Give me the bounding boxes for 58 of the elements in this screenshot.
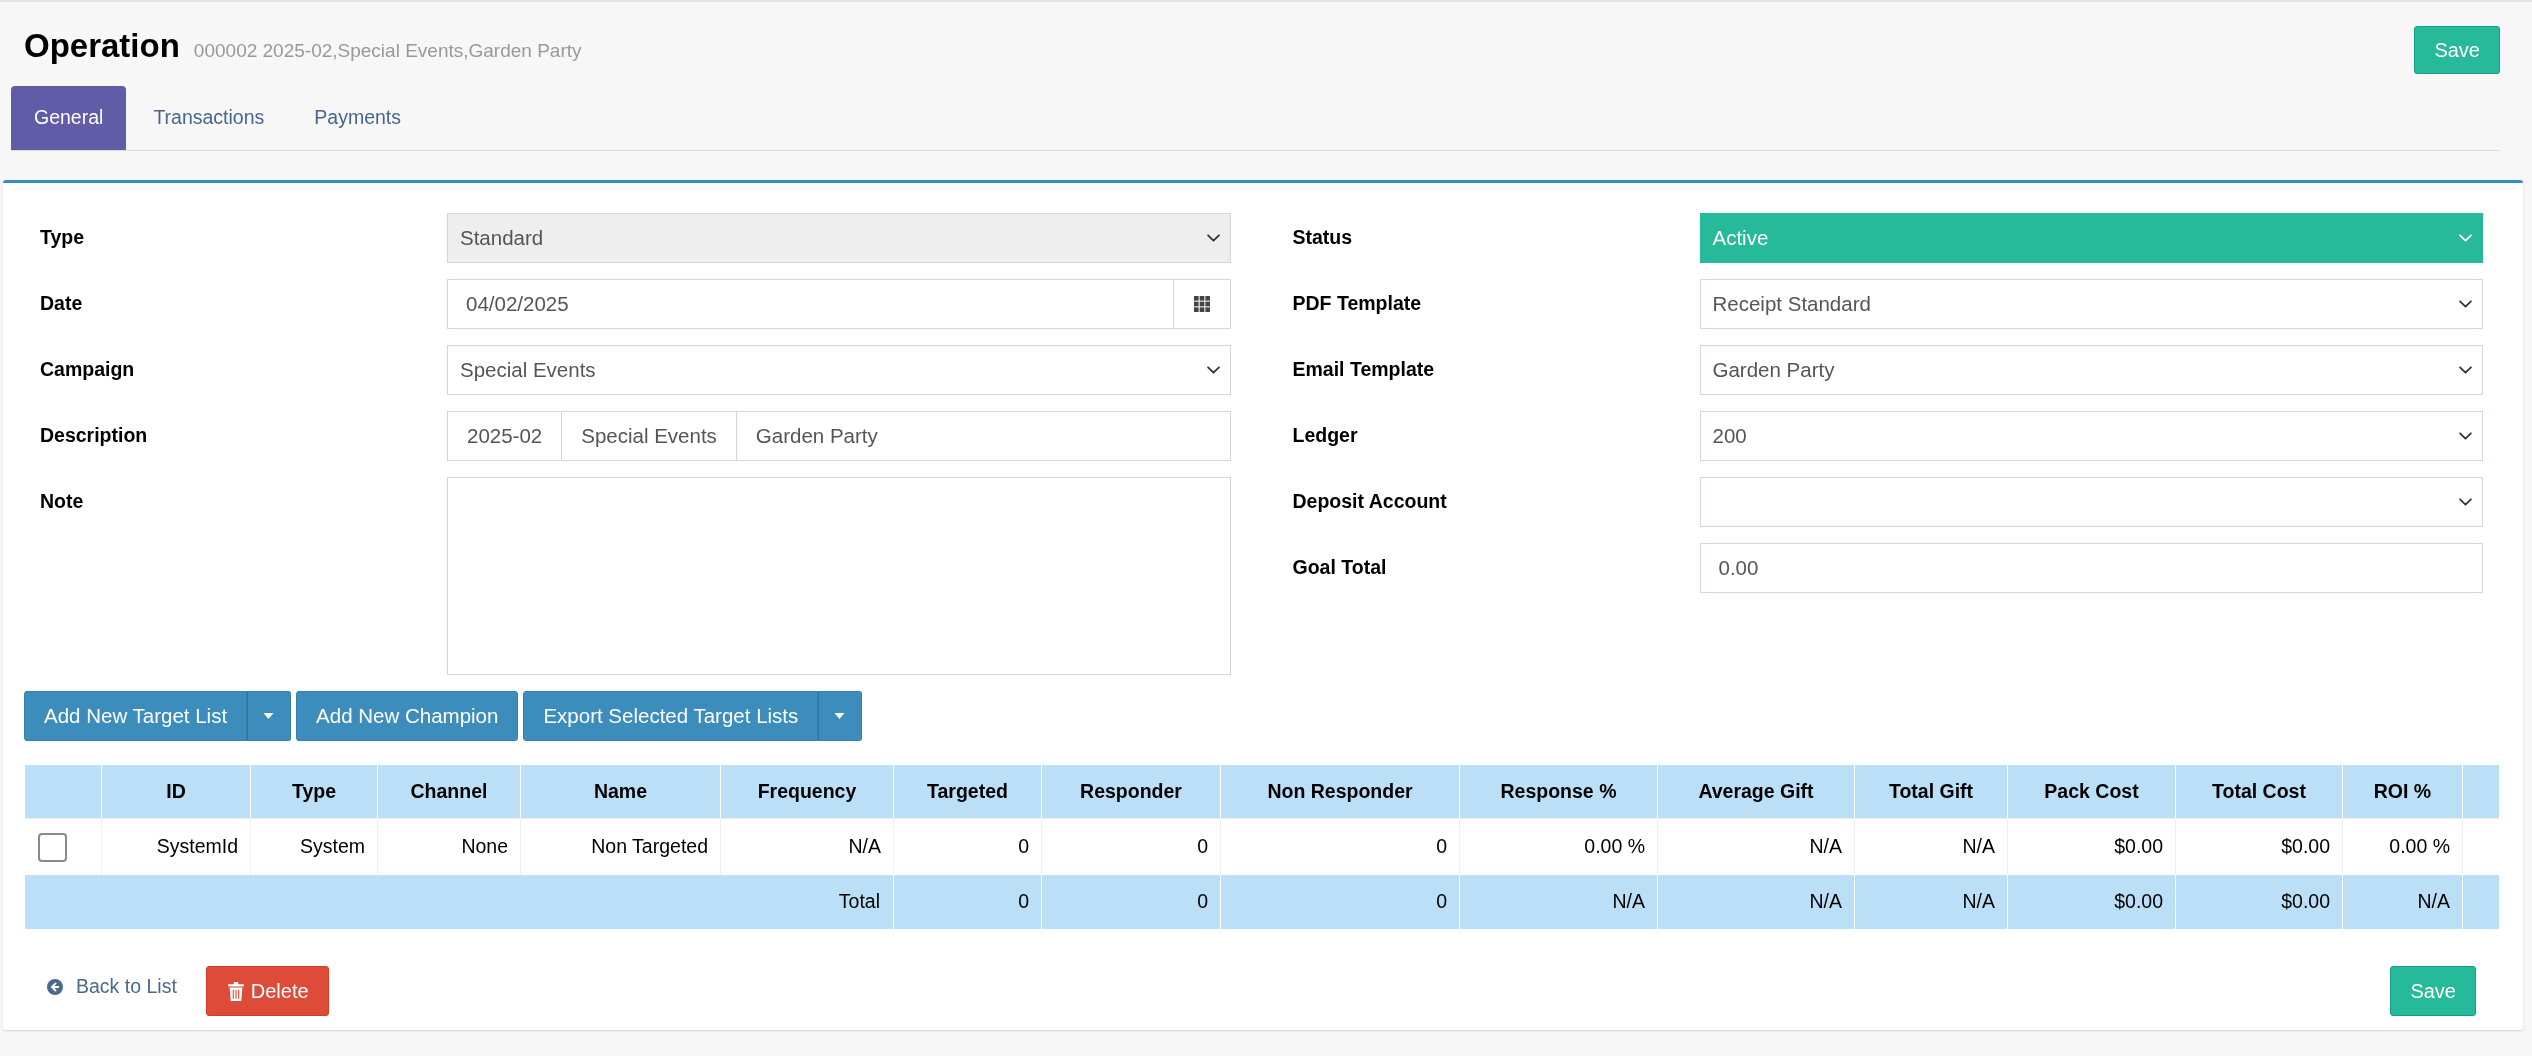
caret-down-icon — [263, 713, 275, 719]
select-field[interactable]: Garden Party — [1699, 345, 2483, 395]
action-button[interactable]: Add New Target List — [24, 691, 248, 741]
chevron-down-icon — [2459, 300, 2472, 308]
field-label: Date — [40, 291, 83, 317]
chevron-down-icon — [1206, 234, 1220, 242]
select-field[interactable]: Special Events — [447, 345, 1231, 395]
field-label: Status — [1292, 225, 1353, 251]
field-label: Ledger — [1292, 423, 1358, 449]
trash-icon — [227, 981, 244, 1001]
action-button[interactable]: Add New Champion — [296, 691, 519, 741]
record-subtitle: 000002 2025-02,Special Events,Garden Party — [193, 39, 582, 63]
total-label: Total — [25, 875, 894, 929]
field-label: PDF Template — [1292, 291, 1422, 317]
dropdown-toggle[interactable] — [247, 691, 292, 741]
description-part: Special Events — [561, 411, 736, 461]
chevron-down-icon — [2459, 432, 2472, 440]
select-field[interactable]: Receipt Standard — [1699, 279, 2483, 329]
calendar-button[interactable] — [1173, 279, 1231, 329]
tab[interactable]: General — [11, 86, 127, 150]
table-cell: N/A — [2343, 875, 2463, 929]
table-cell: N/A — [1855, 875, 2008, 929]
tab[interactable]: Payments — [291, 86, 424, 150]
delete-button[interactable]: Delete — [205, 966, 329, 1016]
dropdown-toggle[interactable] — [818, 691, 863, 741]
note-field[interactable] — [447, 477, 1231, 675]
text-field[interactable]: Garden Party — [735, 411, 1231, 461]
table-cell: 0 — [894, 875, 1042, 929]
arrow-circle-left-icon — [47, 979, 63, 995]
chevron-down-icon — [2459, 234, 2472, 242]
field-label: Campaign — [40, 357, 135, 383]
back-link[interactable]: Back to List — [47, 972, 177, 1002]
field-label: Email Template — [1292, 357, 1435, 383]
table-cell: 0 — [1221, 875, 1460, 929]
table-cell: $0.00 — [2176, 875, 2343, 929]
description-part: 2025-02 — [447, 411, 562, 461]
tab[interactable]: Transactions — [130, 86, 288, 150]
chevron-down-icon — [2459, 366, 2472, 374]
field-label: Deposit Account — [1292, 489, 1447, 515]
chevron-down-icon — [1206, 366, 1220, 374]
select-field[interactable] — [1699, 477, 2483, 527]
table-cell: $0.00 — [2008, 875, 2176, 929]
chevron-down-icon — [2459, 498, 2472, 506]
caret-down-icon — [834, 713, 846, 719]
table-cell: N/A — [1658, 875, 1855, 929]
table-cell: N/A — [1460, 875, 1658, 929]
field-label: Description — [40, 423, 148, 449]
table-cell: 0 — [1042, 875, 1221, 929]
action-button[interactable]: Export Selected Target Lists — [523, 691, 819, 741]
text-field[interactable]: 0.00 — [1699, 543, 2483, 593]
grid-icon — [1193, 296, 1210, 312]
field-label: Goal Total — [1292, 555, 1387, 581]
field-label: Type — [40, 225, 85, 251]
date-field[interactable]: 04/02/2025 — [447, 279, 1174, 329]
page-title: Operation — [24, 26, 180, 66]
field-label: Note — [40, 489, 84, 515]
row-checkbox[interactable] — [38, 832, 67, 862]
select-field[interactable]: 200 — [1699, 411, 2483, 461]
